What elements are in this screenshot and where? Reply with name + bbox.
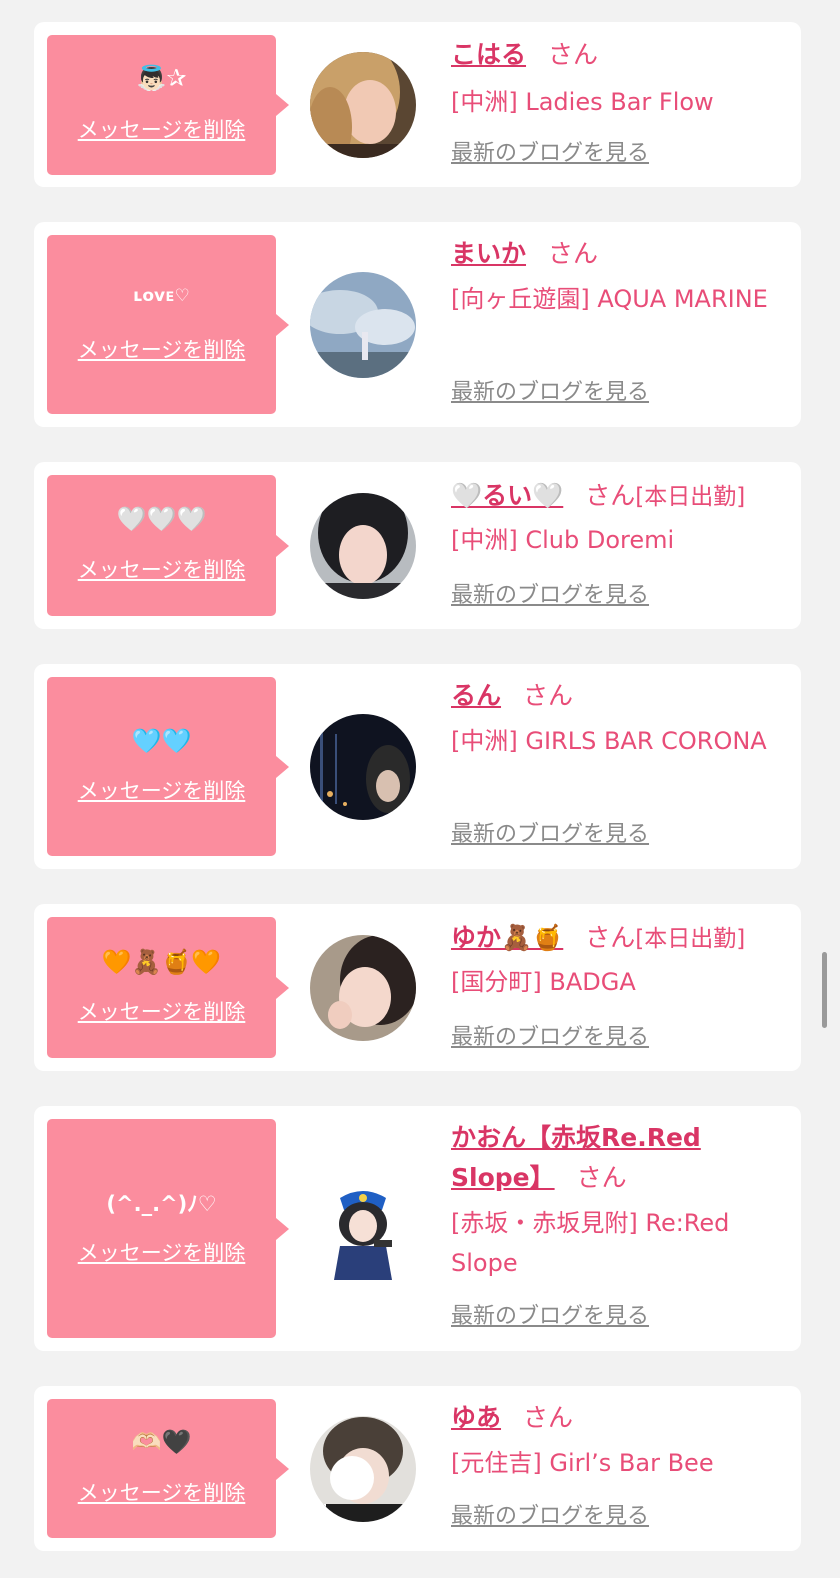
list-item: 🧡🧸🍯🧡 メッセージを削除 ゆか🧸🍯 さん[本日出勤] [国分町] BADGA 最… bbox=[34, 904, 801, 1071]
message-text: (^._.^)ﾉ♡ bbox=[106, 1192, 217, 1216]
shop-name: [向ヶ丘遊園] AQUA MARINE bbox=[451, 285, 768, 313]
delete-message-link[interactable]: メッセージを削除 bbox=[47, 117, 276, 143]
avatar-photo bbox=[310, 1416, 416, 1522]
cast-name-link[interactable]: こはる bbox=[451, 40, 526, 69]
message-bubble: 👼🏻✰ メッセージを削除 bbox=[47, 35, 289, 175]
avatar-photo bbox=[310, 1176, 416, 1282]
avatar[interactable] bbox=[310, 935, 416, 1041]
cast-name-link[interactable]: ゆか🧸🍯 bbox=[451, 923, 563, 952]
avatar-photo bbox=[310, 493, 416, 599]
list-item: ʟᴏᴠᴇ♡ メッセージを削除 まいか さん [向ヶ丘遊園] AQUA MARINE… bbox=[34, 222, 801, 427]
avatar[interactable] bbox=[310, 272, 416, 378]
cast-name-link[interactable]: ゆあ bbox=[451, 1403, 501, 1432]
message-text: 🫶🏻🖤 bbox=[131, 1428, 192, 1456]
delete-message-link[interactable]: メッセージを削除 bbox=[47, 778, 276, 804]
message-bubble: (^._.^)ﾉ♡ メッセージを削除 bbox=[47, 1119, 289, 1338]
latest-blog-link[interactable]: 最新のブログを見る bbox=[451, 1302, 649, 1332]
latest-blog-link[interactable]: 最新のブログを見る bbox=[451, 820, 649, 850]
info: こはる さん [中洲] Ladies Bar Flow 最新のブログを見る bbox=[451, 35, 791, 166]
latest-blog-link[interactable]: 最新のブログを見る bbox=[451, 581, 649, 611]
message-bubble: ʟᴏᴠᴇ♡ メッセージを削除 bbox=[47, 235, 289, 414]
cast-name-link[interactable]: かおん【赤坂Re.Red Slope】 bbox=[451, 1123, 701, 1192]
info: まいか さん [向ヶ丘遊園] AQUA MARINE 最新のブログを見る bbox=[451, 234, 791, 405]
honorific: さん bbox=[585, 923, 636, 952]
info: ゆか🧸🍯 さん[本日出勤] [国分町] BADGA 最新のブログを見る bbox=[451, 918, 791, 1050]
avatar[interactable] bbox=[310, 1176, 416, 1282]
honorific: さん bbox=[523, 681, 574, 710]
honorific: さん bbox=[523, 1403, 574, 1432]
status-badge: [本日出勤] bbox=[635, 484, 746, 510]
info: ゆあ さん [元住吉] Girl’s Bar Bee 最新のブログを見る bbox=[451, 1398, 791, 1529]
delete-message-link[interactable]: メッセージを削除 bbox=[47, 1240, 276, 1266]
message-bubble: 🫶🏻🖤 メッセージを削除 bbox=[47, 1399, 289, 1538]
message-text: 🤍🤍🤍 bbox=[116, 505, 207, 533]
message-bubble: 🩵🩵 メッセージを削除 bbox=[47, 677, 289, 856]
message-text: 🧡🧸🍯🧡 bbox=[101, 948, 222, 976]
info: かおん【赤坂Re.Red Slope】 さん [赤坂・赤坂見附] Re:Red S… bbox=[451, 1118, 791, 1329]
avatar[interactable] bbox=[310, 52, 416, 158]
cast-name-link[interactable]: まいか bbox=[451, 239, 526, 268]
avatar-photo bbox=[310, 52, 416, 158]
latest-blog-link[interactable]: 最新のブログを見る bbox=[451, 378, 649, 408]
avatar[interactable] bbox=[310, 1416, 416, 1522]
shop-name: [国分町] BADGA bbox=[451, 968, 636, 996]
avatar[interactable] bbox=[310, 493, 416, 599]
info: 🤍るい🤍 さん[本日出勤] [中洲] Club Doremi 最新のブログを見る bbox=[451, 476, 791, 608]
info: るん さん [中洲] GIRLS BAR CORONA 最新のブログを見る bbox=[451, 676, 791, 847]
avatar-photo bbox=[310, 935, 416, 1041]
latest-blog-link[interactable]: 最新のブログを見る bbox=[451, 1502, 649, 1532]
list-item: 👼🏻✰ メッセージを削除 こはる さん [中洲] Ladies Bar Flow … bbox=[34, 22, 801, 187]
delete-message-link[interactable]: メッセージを削除 bbox=[47, 337, 276, 363]
honorific: さん bbox=[585, 481, 636, 510]
delete-message-link[interactable]: メッセージを削除 bbox=[47, 1480, 276, 1506]
cast-name-link[interactable]: 🤍るい🤍 bbox=[451, 481, 563, 510]
honorific: さん bbox=[576, 1163, 627, 1192]
latest-blog-link[interactable]: 最新のブログを見る bbox=[451, 1023, 649, 1053]
latest-blog-link[interactable]: 最新のブログを見る bbox=[451, 139, 649, 169]
list-item: (^._.^)ﾉ♡ メッセージを削除 かおん【赤坂Re.Red Slope】 さん… bbox=[34, 1106, 801, 1351]
cast-name-link[interactable]: るん bbox=[451, 681, 501, 710]
message-bubble: 🧡🧸🍯🧡 メッセージを削除 bbox=[47, 917, 289, 1058]
shop-name: [中洲] GIRLS BAR CORONA bbox=[451, 727, 767, 755]
list-item: 🫶🏻🖤 メッセージを削除 ゆあ さん [元住吉] Girl’s Bar Bee 最… bbox=[34, 1386, 801, 1551]
shop-name: [中洲] Club Doremi bbox=[451, 526, 675, 554]
avatar[interactable] bbox=[310, 714, 416, 820]
honorific: さん bbox=[548, 239, 599, 268]
delete-message-link[interactable]: メッセージを削除 bbox=[47, 999, 276, 1025]
shop-name: [赤坂・赤坂見附] Re:Red Slope bbox=[451, 1209, 730, 1277]
list-item: 🩵🩵 メッセージを削除 るん さん [中洲] GIRLS BAR CORONA 最… bbox=[34, 664, 801, 869]
delete-message-link[interactable]: メッセージを削除 bbox=[47, 557, 276, 583]
message-text: 🩵🩵 bbox=[131, 727, 192, 755]
avatar-photo bbox=[310, 272, 416, 378]
message-text: ʟᴏᴠᴇ♡ bbox=[133, 286, 190, 306]
message-bubble: 🤍🤍🤍 メッセージを削除 bbox=[47, 475, 289, 616]
honorific: さん bbox=[548, 40, 599, 69]
message-text: 👼🏻✰ bbox=[136, 64, 187, 92]
message-list: 👼🏻✰ メッセージを削除 こはる さん [中洲] Ladies Bar Flow … bbox=[0, 0, 840, 1578]
scrollbar[interactable] bbox=[822, 952, 827, 1028]
shop-name: [中洲] Ladies Bar Flow bbox=[451, 88, 714, 116]
list-item: 🤍🤍🤍 メッセージを削除 🤍るい🤍 さん[本日出勤] [中洲] Club Dore… bbox=[34, 462, 801, 629]
status-badge: [本日出勤] bbox=[635, 926, 746, 952]
shop-name: [元住吉] Girl’s Bar Bee bbox=[451, 1449, 714, 1477]
avatar-photo bbox=[310, 714, 416, 820]
